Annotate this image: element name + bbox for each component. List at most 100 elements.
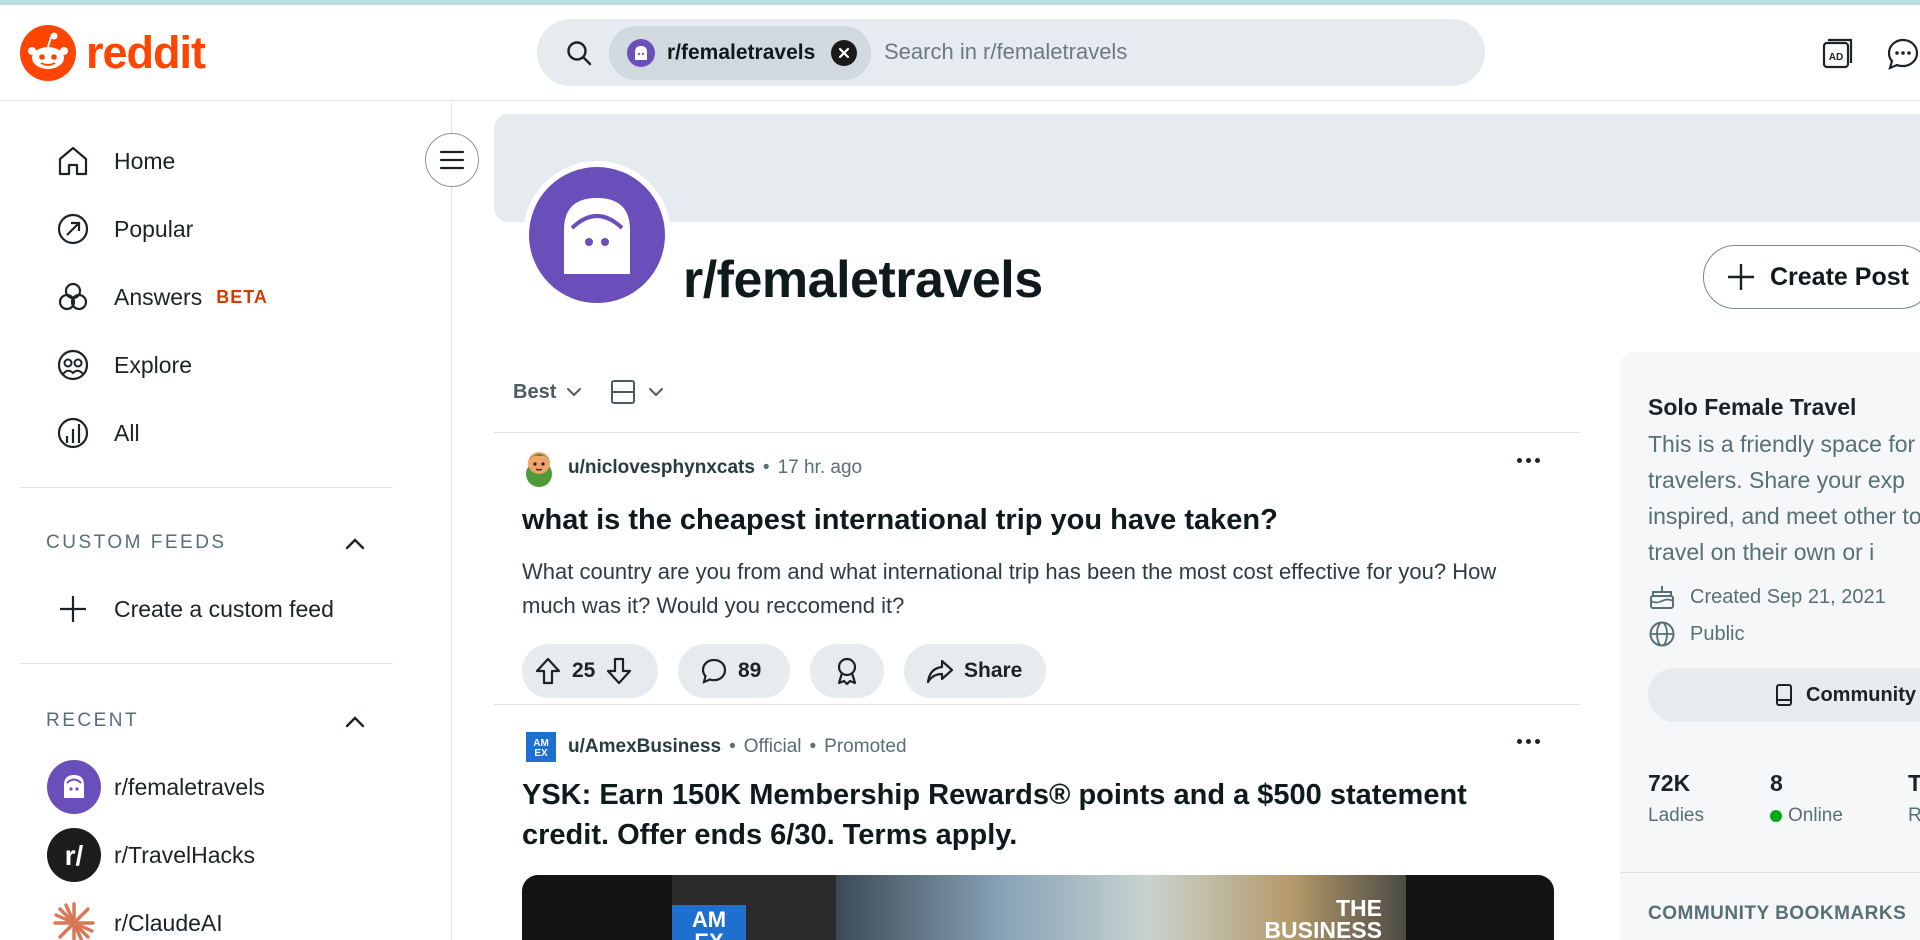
post-body: What country are you from and what inter…	[522, 559, 1497, 618]
community-banner	[494, 114, 1920, 222]
created-date: Created Sep 21, 2021	[1648, 584, 1886, 610]
sidebar-item-popular[interactable]: Popular	[20, 200, 392, 258]
search-chip-label: r/femaletravels	[667, 41, 816, 64]
post-title-line: YSK: Earn 150K Membership Rewards® point…	[522, 779, 1467, 811]
sparkle-icon	[47, 896, 101, 940]
sidebar-collapse-button[interactable]	[425, 133, 479, 187]
create-post-button[interactable]: Create Post	[1703, 245, 1920, 309]
explore-icon	[56, 348, 90, 382]
ad-headline-line: BUSINESS	[1264, 917, 1382, 940]
search-icon	[567, 41, 592, 66]
post-author[interactable]: u/AmexBusiness	[568, 736, 721, 758]
visibility: Public	[1648, 620, 1744, 648]
more-options-icon[interactable]	[1517, 739, 1540, 744]
share-button[interactable]: Share	[904, 644, 1046, 698]
answers-icon	[56, 280, 90, 314]
close-icon[interactable]	[831, 40, 857, 66]
chat-icon[interactable]	[1886, 37, 1920, 71]
section-title: RECENT	[46, 710, 140, 731]
sidebar-item-label: Home	[114, 147, 176, 174]
meta-separator: •	[809, 736, 817, 757]
community-title: r/femaletravels	[683, 251, 1043, 309]
award-button[interactable]	[810, 644, 884, 698]
post-meta: u/niclovesphynxcats • 17 hr. ago	[522, 448, 862, 488]
award-icon	[837, 657, 857, 686]
popular-icon	[56, 212, 90, 246]
sidebar-divider	[20, 663, 393, 664]
amex-logo-icon: AM EX	[672, 905, 746, 940]
sort-dropdown[interactable]: Best	[497, 381, 598, 404]
promoted-label: Promoted	[824, 736, 907, 757]
meta-separator: •	[762, 457, 770, 478]
ad-headline: THE BUSINESS	[1252, 897, 1382, 940]
post-title[interactable]: YSK: Earn 150K Membership Rewards® point…	[522, 775, 1467, 855]
meta-separator: •	[729, 736, 736, 757]
sidebar-item-label: All	[114, 419, 140, 446]
snoo-icon	[20, 25, 76, 81]
official-label: Official	[743, 736, 802, 757]
recent-item-label: r/ClaudeAI	[114, 909, 223, 936]
community-avatar	[523, 161, 671, 309]
panel-divider	[1620, 872, 1920, 873]
post-time: 17 hr. ago	[777, 457, 863, 478]
community-info-title: Solo Female Travel	[1648, 394, 1857, 420]
recent-item[interactable]: r/ClaudeAI	[20, 894, 392, 940]
stat-members: 72K Ladies	[1648, 770, 1704, 827]
community-guide-button[interactable]: Community	[1648, 668, 1920, 722]
search-scope-chip: r/femaletravels	[609, 26, 871, 80]
search-input[interactable]	[884, 29, 1444, 75]
view-toggle[interactable]	[610, 379, 664, 405]
recent-header[interactable]: RECENT	[20, 696, 392, 746]
ad-image[interactable]: AM EX THE BUSINESS	[522, 875, 1554, 940]
post-author[interactable]: u/niclovesphynxcats	[568, 457, 755, 479]
community-avatar	[627, 39, 655, 67]
globe-icon	[1649, 621, 1675, 647]
sidebar-item-all[interactable]: All	[20, 404, 392, 462]
stat-label: Online	[1788, 805, 1843, 826]
reddit-logo[interactable]: reddit	[20, 25, 206, 81]
sidebar-item-home[interactable]: Home	[20, 132, 392, 190]
custom-feeds-header[interactable]: CUSTOM FEEDS	[20, 518, 392, 568]
vote-control: 25	[522, 644, 658, 698]
community-avatar	[47, 760, 101, 814]
upvote-icon[interactable]	[534, 656, 562, 686]
post-title-line: credit. Offer ends 6/30. Terms apply.	[522, 819, 1018, 851]
section-title: CUSTOM FEEDS	[46, 532, 227, 553]
left-sidebar: Home Popular Answers BETA Explore All CU…	[0, 102, 452, 940]
recent-item-label: r/femaletravels	[114, 773, 265, 800]
stat-rank: T R	[1908, 770, 1920, 827]
create-custom-feed[interactable]: Create a custom feed	[20, 580, 392, 638]
user-avatar[interactable]	[522, 448, 556, 488]
feed-divider	[494, 432, 1580, 433]
plus-icon	[56, 592, 90, 626]
amex-logo-icon[interactable]: AM EX	[526, 732, 556, 762]
advertise-icon[interactable]: AD	[1820, 37, 1854, 71]
comments-button[interactable]: 89	[678, 644, 790, 698]
menu-icon	[439, 150, 465, 170]
stat-value: 72K	[1648, 770, 1691, 796]
chevron-down-icon	[567, 388, 582, 397]
recent-item[interactable]: r/ r/TravelHacks	[20, 826, 392, 884]
search-bar[interactable]: r/femaletravels	[537, 19, 1485, 86]
community-info-panel: Solo Female Travel This is a friendly sp…	[1620, 352, 1920, 940]
plus-icon	[1728, 264, 1754, 290]
community-bookmarks-title: COMMUNITY BOOKMARKS	[1648, 903, 1907, 924]
ad-headline-line: THE	[1336, 895, 1382, 921]
sidebar-item-explore[interactable]: Explore	[20, 336, 392, 394]
stat-label: Ladies	[1648, 805, 1704, 826]
post-card[interactable]: u/niclovesphynxcats • 17 hr. ago what is…	[494, 448, 1580, 704]
community-description: This is a friendly space for travelers. …	[1648, 431, 1920, 565]
beta-badge: BETA	[216, 286, 268, 307]
home-icon	[56, 144, 90, 178]
visibility-label: Public	[1690, 622, 1745, 645]
community-guide-label: Community	[1806, 683, 1916, 706]
downvote-icon[interactable]	[605, 656, 633, 686]
create-custom-feed-label: Create a custom feed	[114, 595, 334, 622]
post-title[interactable]: what is the cheapest international trip …	[522, 500, 1278, 540]
sidebar-item-answers[interactable]: Answers BETA	[20, 268, 392, 326]
promoted-post-card[interactable]: AM EX u/AmexBusiness • Official • Promote…	[494, 727, 1580, 940]
sidebar-divider	[20, 487, 393, 488]
more-options-icon[interactable]	[1517, 458, 1540, 463]
feed-divider	[494, 704, 1580, 705]
recent-item[interactable]: r/femaletravels	[20, 758, 392, 816]
